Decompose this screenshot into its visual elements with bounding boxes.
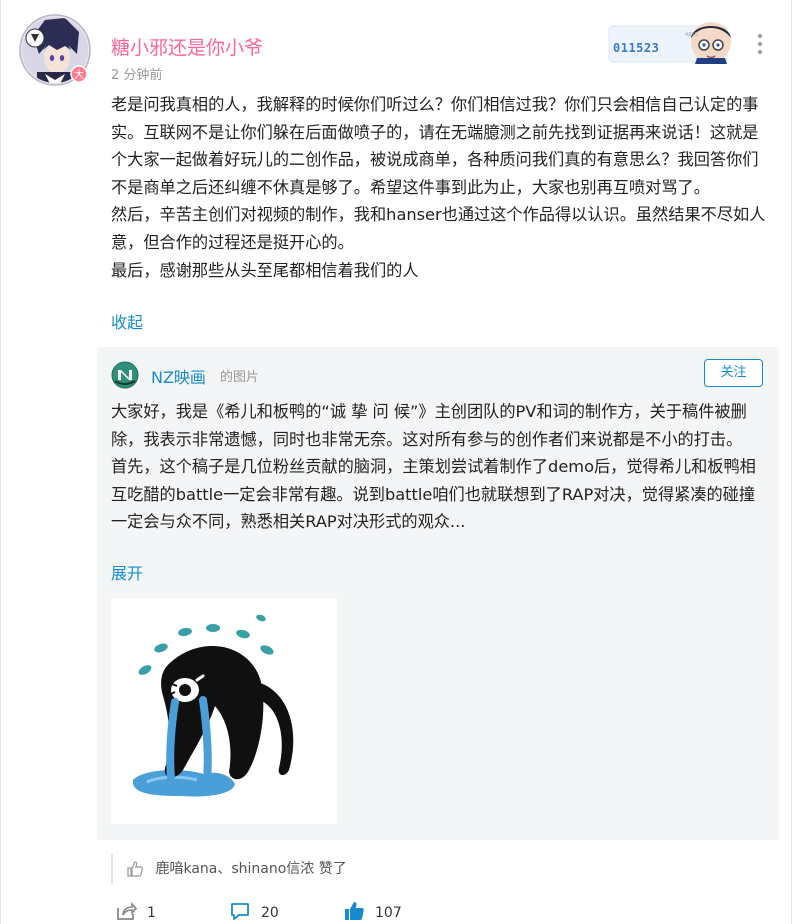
fan-badge-card[interactable]: ARTS 011523	[607, 18, 735, 66]
nz-logo-icon[interactable]	[111, 361, 139, 389]
liked-by-text: 鹿喑kana、shinano信浓 赞了	[155, 861, 347, 877]
reposted-card[interactable]: NZ映画 的图片 关注 大家好，我是《希儿和板鸭的“诚 挚 问 候”》主创团队的…	[97, 347, 779, 840]
share-icon	[117, 901, 137, 920]
username[interactable]: 糖小邪还是你小爷	[111, 33, 263, 60]
comment-icon	[231, 903, 249, 920]
liked-by-row: 鹿喑kana、shinano信浓 赞了	[111, 854, 347, 884]
svg-text:ARTS: ARTS	[685, 32, 698, 38]
post-timestamp: 2 分钟前	[111, 68, 163, 83]
repost-content: 大家好，我是《希儿和板鸭的“诚 挚 问 候”》主创团队的PV和词的制作方，关于稿…	[111, 398, 765, 536]
repost-paragraph-2: 首先，这个稿子是几位粉丝贡献的脑洞，主策划尝试着制作了demo后，觉得希儿和板鸭…	[111, 457, 756, 532]
thumbs-up-icon	[345, 902, 364, 920]
comment-button[interactable]: 20	[229, 900, 299, 922]
share-count: 1	[147, 905, 156, 921]
post-paragraph-2: 然后，辛苦主创们对视频的制作，我和hanser也通过这个作品得以认识。虽然结果不…	[111, 205, 766, 252]
follow-button[interactable]: 关注	[704, 359, 763, 387]
crying-sticker-image[interactable]	[111, 598, 337, 824]
post-content: 老是问我真相的人，我解释的时候你们听过么？你们相信过我？你们只会相信自己认定的事…	[111, 91, 769, 284]
svg-text:大: 大	[74, 68, 84, 81]
badge-number: 011523	[613, 41, 660, 55]
user-avatar[interactable]: 大	[19, 14, 91, 86]
post-paragraph-3: 最后，感谢那些从头至尾都相信着我们的人	[111, 260, 419, 280]
comment-count: 20	[261, 905, 279, 921]
repost-type-label: 的图片	[220, 370, 260, 385]
feed-card: 大 糖小邪还是你小爷 2 分钟前 ARTS 011523 老是问我真相的人，我解…	[0, 0, 792, 924]
repost-author[interactable]: NZ映画	[151, 364, 206, 388]
post-paragraph-1: 老是问我真相的人，我解释的时候你们听过么？你们相信过我？你们只会相信自己认定的事…	[111, 95, 759, 197]
avatar-image: 大	[19, 14, 91, 86]
more-options-icon[interactable]	[753, 34, 767, 58]
repost-paragraph-1: 大家好，我是《希儿和板鸭的“诚 挚 问 候”》主创团队的PV和词的制作方，关于稿…	[111, 402, 747, 449]
like-count: 107	[375, 905, 402, 921]
expand-link[interactable]: 展开	[111, 560, 143, 584]
share-button[interactable]: 1	[115, 900, 175, 922]
action-bar: 1 20 107	[1, 896, 792, 924]
like-button[interactable]: 107	[343, 900, 423, 922]
collapse-link[interactable]: 收起	[111, 309, 143, 333]
like-icon	[127, 861, 143, 877]
